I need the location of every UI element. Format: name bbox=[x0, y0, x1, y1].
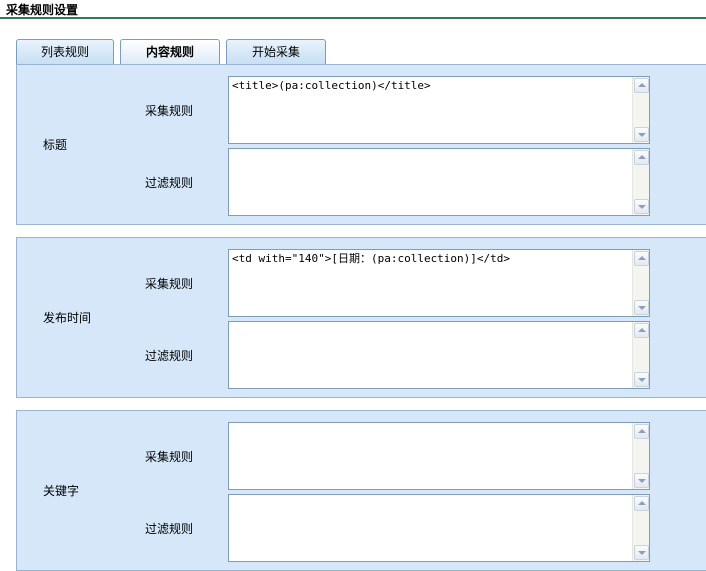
tab-list-rules[interactable]: 列表规则 bbox=[16, 39, 114, 65]
scroll-down-arrow-icon[interactable] bbox=[634, 127, 649, 142]
scroll-up-arrow-icon[interactable] bbox=[634, 424, 649, 439]
scrollbar[interactable] bbox=[632, 250, 649, 316]
scrollbar[interactable] bbox=[632, 495, 649, 561]
scroll-up-arrow-icon[interactable] bbox=[634, 78, 649, 93]
collect-rule-box: <title>(pa:collection)</title> bbox=[228, 76, 650, 144]
section-title: 标题 采集规则 <title>(pa:collection)</title> 过… bbox=[16, 64, 706, 225]
collect-rule-box: <td with="140">[日期：(pa:collection)]</td> bbox=[228, 249, 650, 317]
collect-rule-textarea[interactable]: <title>(pa:collection)</title> bbox=[229, 77, 631, 143]
scroll-down-arrow-icon[interactable] bbox=[634, 372, 649, 387]
filter-rule-label: 过滤规则 bbox=[145, 176, 194, 190]
collect-rule-textarea[interactable]: <td with="140">[日期：(pa:collection)]</td> bbox=[229, 250, 631, 316]
filter-rule-textarea[interactable] bbox=[229, 322, 631, 388]
tab-start-collect[interactable]: 开始采集 bbox=[226, 39, 326, 65]
filter-rule-textarea[interactable] bbox=[229, 149, 631, 215]
scroll-up-arrow-icon[interactable] bbox=[634, 496, 649, 511]
section-publish-time: 发布时间 采集规则 <td with="140">[日期：(pa:collect… bbox=[16, 237, 706, 398]
tab-content-rules[interactable]: 内容规则 bbox=[120, 39, 220, 65]
scroll-up-arrow-icon[interactable] bbox=[634, 150, 649, 165]
page-title: 采集规则设置 bbox=[6, 3, 79, 17]
collect-rule-label: 采集规则 bbox=[145, 104, 194, 118]
scroll-down-arrow-icon[interactable] bbox=[634, 473, 649, 488]
scroll-down-arrow-icon[interactable] bbox=[634, 199, 649, 214]
filter-rule-box bbox=[228, 148, 650, 216]
field-name-label: 关键字 bbox=[43, 484, 80, 498]
title-divider bbox=[0, 17, 706, 19]
filter-rule-textarea[interactable] bbox=[229, 495, 631, 561]
scrollbar[interactable] bbox=[632, 149, 649, 215]
scrollbar[interactable] bbox=[632, 77, 649, 143]
filter-rule-box bbox=[228, 321, 650, 389]
filter-rule-label: 过滤规则 bbox=[145, 349, 194, 363]
scroll-up-arrow-icon[interactable] bbox=[634, 323, 649, 338]
scrollbar[interactable] bbox=[632, 322, 649, 388]
section-keywords: 关键字 采集规则 过滤规则 bbox=[16, 410, 706, 571]
filter-rule-label: 过滤规则 bbox=[145, 522, 194, 536]
collect-rule-label: 采集规则 bbox=[145, 450, 194, 464]
filter-rule-box bbox=[228, 494, 650, 562]
scroll-up-arrow-icon[interactable] bbox=[634, 251, 649, 266]
scroll-down-arrow-icon[interactable] bbox=[634, 300, 649, 315]
collect-rule-textarea[interactable] bbox=[229, 423, 631, 489]
field-name-label: 标题 bbox=[43, 138, 68, 152]
field-name-label: 发布时间 bbox=[43, 311, 92, 325]
collect-rule-box bbox=[228, 422, 650, 490]
collect-rule-label: 采集规则 bbox=[145, 277, 194, 291]
scroll-down-arrow-icon[interactable] bbox=[634, 545, 649, 560]
scrollbar[interactable] bbox=[632, 423, 649, 489]
